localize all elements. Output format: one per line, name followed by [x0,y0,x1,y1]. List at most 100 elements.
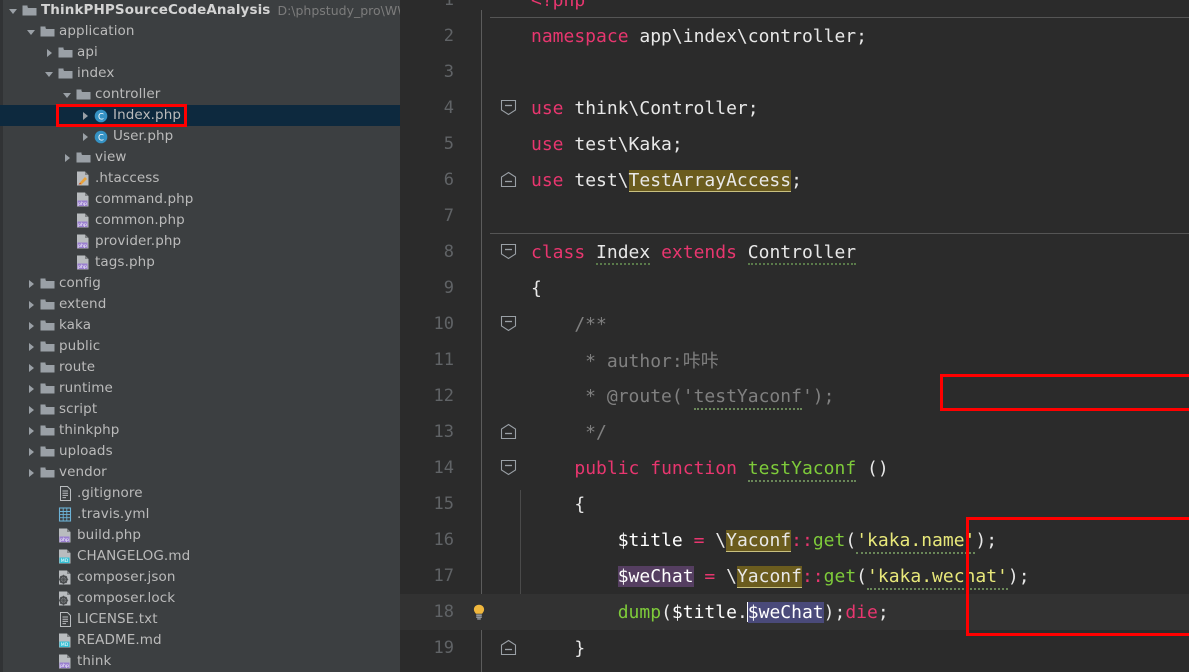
code-text[interactable]: * @route('testYaconf'); [519,385,834,410]
tree-item-composer-json[interactable]: composer.json [0,567,400,588]
chevron-right-icon[interactable] [24,342,38,352]
folder-icon [74,88,92,101]
tree-item-uploads[interactable]: uploads [0,441,400,462]
tree-item-gitignore[interactable]: .gitignore [0,483,400,504]
chevron-down-icon[interactable] [6,6,20,16]
tree-item-user-php[interactable]: C User.php [0,126,400,147]
code-line-11[interactable]: 11 * author:咔咔 [400,342,1189,378]
code-line-19[interactable]: 19 } [400,630,1189,666]
chevron-right-icon[interactable] [78,132,92,142]
code-text[interactable]: } [519,638,585,659]
tree-item-common-php[interactable]: php common.php [0,210,400,231]
code-text[interactable]: class Index extends Controller [519,241,857,265]
code-text[interactable]: { [519,278,542,299]
code-line-14[interactable]: 14 public function testYaconf () [400,450,1189,486]
tree-item-readme-md[interactable]: MD README.md [0,630,400,651]
project-tree[interactable]: ThinkPHPSourceCodeAnalysis D:\phpstudy_pr… [0,0,400,672]
fold-marker-icon[interactable] [499,630,519,666]
tree-item-kaka[interactable]: kaka [0,315,400,336]
code-text[interactable]: public function testYaconf () [519,457,889,482]
project-tree-panel[interactable]: ThinkPHPSourceCodeAnalysis D:\phpstudy_pr… [0,0,400,672]
code-text[interactable]: */ [519,422,607,443]
tree-item-vendor[interactable]: vendor [0,462,400,483]
chevron-right-icon[interactable] [42,48,56,58]
code-text[interactable]: namespace app\index\controller; [519,26,867,47]
chevron-down-icon[interactable] [42,69,56,79]
chevron-down-icon[interactable] [24,27,38,37]
code-text[interactable]: <?php [519,0,585,11]
code-line-13[interactable]: 13 */ [400,414,1189,450]
code-line-5[interactable]: 5 use test\Kaka; [400,126,1189,162]
code-line-2[interactable]: 2 namespace app\index\controller; [400,18,1189,54]
code-text[interactable]: $weChat = \Yaconf::get('kaka.wechat'); [519,565,1030,590]
tree-item-command-php[interactable]: php command.php [0,189,400,210]
code-line-8[interactable]: 8 class Index extends Controller [400,234,1189,270]
tree-item-thinkphpsourcecodeanalysis[interactable]: ThinkPHPSourceCodeAnalysis D:\phpstudy_pr… [0,0,400,21]
chevron-right-icon[interactable] [24,405,38,415]
tree-item-index-php[interactable]: C Index.php [0,105,400,126]
chevron-right-icon[interactable] [24,363,38,373]
code-line-3[interactable]: 3 [400,54,1189,90]
tree-item-think[interactable]: php think [0,651,400,672]
tree-item-runtime[interactable]: runtime [0,378,400,399]
fold-marker-icon[interactable] [499,306,519,342]
tree-item-api[interactable]: api [0,42,400,63]
fold-marker-icon[interactable] [499,90,519,126]
tree-item-public[interactable]: public [0,336,400,357]
chevron-right-icon[interactable] [24,300,38,310]
code-line-10[interactable]: 10 /** [400,306,1189,342]
code-content[interactable]: 1 <?php 2 namespace app\index\controller; 3 4… [400,0,1189,666]
code-text[interactable]: { [519,494,585,515]
tree-item-script[interactable]: script [0,399,400,420]
line-number: 8 [443,242,454,262]
chevron-right-icon[interactable] [78,111,92,121]
tree-item-tags-php[interactable]: php tags.php [0,252,400,273]
tree-item-changelog-md[interactable]: MD CHANGELOG.md [0,546,400,567]
code-line-9[interactable]: 9{ [400,270,1189,306]
tree-item-license-txt[interactable]: LICENSE.txt [0,609,400,630]
code-text[interactable]: use test\TestArrayAccess; [519,169,802,192]
tree-item-provider-php[interactable]: php provider.php [0,231,400,252]
code-line-15[interactable]: 15 { [400,486,1189,522]
code-line-12[interactable]: 12 * @route('testYaconf'); [400,378,1189,414]
code-text[interactable]: * author:咔咔 [519,347,719,373]
tree-item-build-php[interactable]: php build.php [0,525,400,546]
chevron-right-icon[interactable] [24,384,38,394]
code-text[interactable]: /** [519,314,607,335]
tree-item-thinkphp[interactable]: thinkphp [0,420,400,441]
code-line-16[interactable]: 16 $title = \Yaconf::get('kaka.name'); [400,522,1189,558]
chevron-down-icon[interactable] [60,90,74,100]
code-line-18[interactable]: 18 dump($title.$weChat);die; [400,594,1189,630]
tree-item-route[interactable]: route [0,357,400,378]
chevron-right-icon[interactable] [60,153,74,163]
code-line-7[interactable]: 7 [400,198,1189,234]
chevron-right-icon[interactable] [24,447,38,457]
fold-marker-icon[interactable] [499,234,519,270]
fold-marker-icon[interactable] [499,162,519,198]
code-line-17[interactable]: 17 $weChat = \Yaconf::get('kaka.wechat')… [400,558,1189,594]
code-line-6[interactable]: 6 use test\TestArrayAccess; [400,162,1189,198]
tree-item-composer-lock[interactable]: composer.lock [0,588,400,609]
fold-marker-icon[interactable] [499,414,519,450]
tree-item-view[interactable]: view [0,147,400,168]
code-text[interactable]: use test\Kaka; [519,134,683,155]
code-line-4[interactable]: 4 use think\Controller; [400,90,1189,126]
tree-item-config[interactable]: config [0,273,400,294]
code-line-1[interactable]: 1 <?php [400,0,1189,18]
tree-item-index[interactable]: index [0,63,400,84]
tree-item-application[interactable]: application [0,21,400,42]
code-editor[interactable]: 1 <?php 2 namespace app\index\controller; 3 4… [400,0,1189,672]
tree-item-htaccess[interactable]: .htaccess [0,168,400,189]
tree-item-extend[interactable]: extend [0,294,400,315]
code-text[interactable]: use think\Controller; [519,98,759,119]
code-text[interactable]: $title = \Yaconf::get('kaka.name'); [519,529,997,554]
tree-item-travis-yml[interactable]: .travis.yml [0,504,400,525]
tree-item-controller[interactable]: controller [0,84,400,105]
code-text[interactable]: dump($title.$weChat);die; [519,601,889,623]
chevron-right-icon[interactable] [24,321,38,331]
lightbulb-icon[interactable] [458,604,499,620]
chevron-right-icon[interactable] [24,426,38,436]
fold-marker-icon[interactable] [499,450,519,486]
chevron-right-icon[interactable] [24,279,38,289]
chevron-right-icon[interactable] [24,468,38,478]
